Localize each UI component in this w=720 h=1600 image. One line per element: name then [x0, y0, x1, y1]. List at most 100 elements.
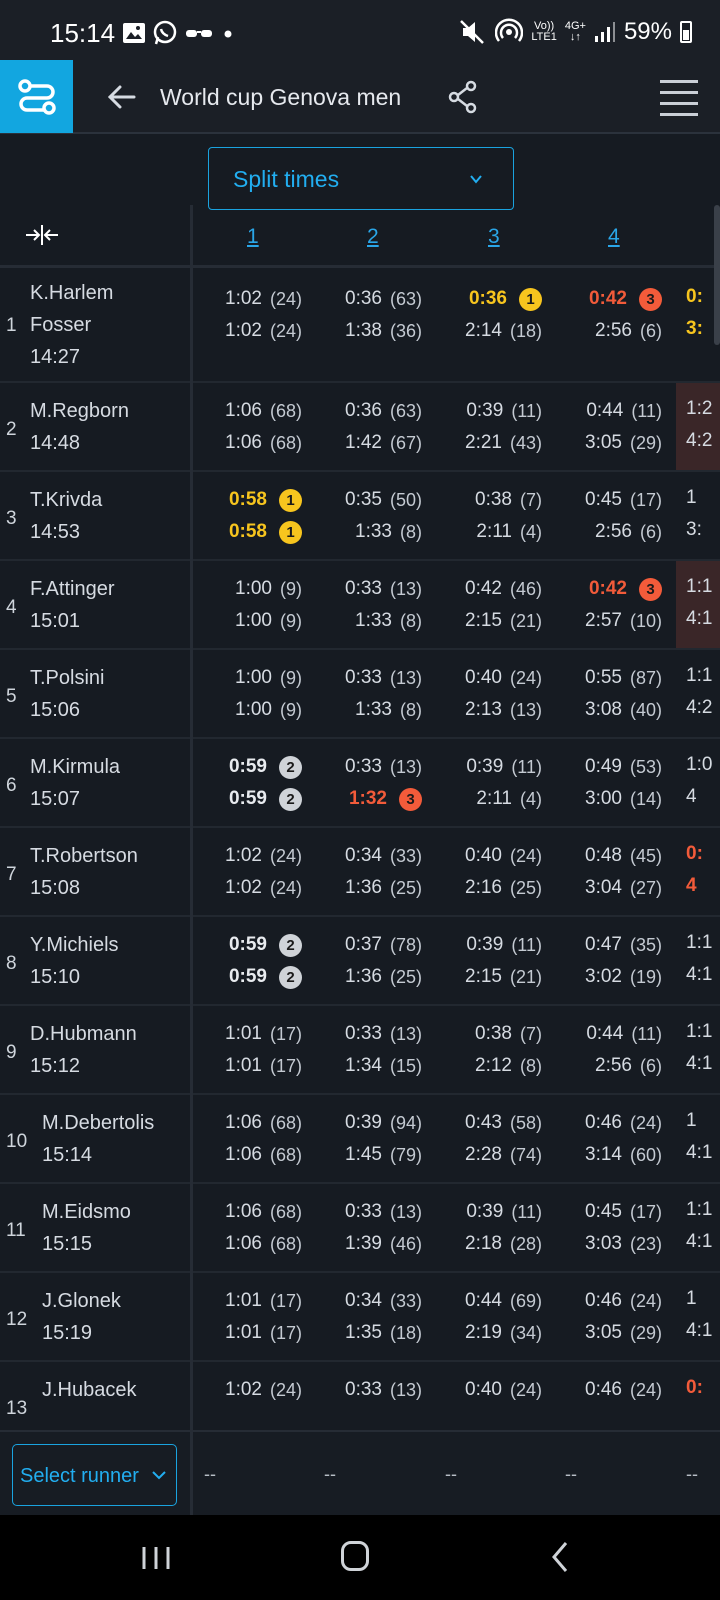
table-row[interactable]: 8 Y.Michiels 15:10 0:59 2 0:59 2 0:37 (78) 1:36 (2… [0, 917, 720, 1006]
split-position: (11) [511, 400, 542, 421]
system-navigation-bar [0, 1515, 720, 1600]
chevron-down-icon [470, 175, 482, 184]
cumulative-split-cell: 2:16 (25) [432, 875, 542, 901]
split-time: 0:39 [466, 400, 504, 421]
split-time: 0:34 [345, 845, 382, 866]
leg-split-cell: 0:59 2 [192, 932, 302, 958]
start-time: 15:01 [30, 610, 81, 632]
split-position: (11) [511, 934, 542, 955]
table-row[interactable]: 4 F.Attinger 15:01 1:00 (9) 1:00 (9) 0:33 (13) 1:… [0, 561, 720, 650]
battery-percent: 59% [623, 18, 672, 45]
split-position: (13) [389, 1023, 422, 1044]
split-time: 1:33 [355, 699, 392, 720]
split-position: (6) [640, 320, 662, 341]
split-time: 0:33 [345, 1201, 382, 1222]
glasses-icon [186, 30, 212, 37]
start-time: 14:53 [30, 521, 81, 543]
cumulative-split-cell: 1:02 (24) [192, 875, 302, 901]
column-header-1[interactable]: 1 [247, 225, 259, 249]
split-time: 0:36 [468, 288, 507, 309]
collapse-columns-icon[interactable] [24, 223, 60, 247]
view-selector-dropdown[interactable]: Split times [208, 147, 514, 210]
split-position: (63) [389, 288, 422, 309]
hamburger-menu-icon[interactable] [660, 80, 698, 116]
split-time: 0:33 [345, 1379, 382, 1400]
cumulative-split-cell: 1:01 (17) [192, 1320, 302, 1346]
split-position: (25) [389, 877, 422, 898]
back-arrow-icon[interactable] [104, 80, 140, 114]
start-time: 15:15 [42, 1233, 93, 1255]
split-time: 0:48 [585, 845, 622, 866]
leg-split-cell: 0:40 (24) [432, 1377, 542, 1403]
rank-number: 11 [6, 1220, 26, 1241]
split-time: 1:00 [235, 667, 272, 688]
split-time: 2:28 [465, 1144, 502, 1165]
table-row[interactable]: 10 M.Debertolis 15:14 1:06 (68) 1:06 (68) 0:39 (… [0, 1095, 720, 1184]
split-position: (87) [629, 667, 662, 688]
column-header-3[interactable]: 3 [488, 225, 500, 249]
home-icon[interactable] [341, 1541, 369, 1571]
placement-badge: 2 [279, 787, 302, 811]
table-row[interactable]: 3 T.Krivda 14:53 0:58 1 0:58 1 0:35 (50) 1:33 (8) 0… [0, 472, 720, 561]
start-time: 15:07 [30, 788, 81, 810]
leg-split-cell: 0:33 (13) [312, 1199, 422, 1225]
split-time: 0:39 [466, 1201, 504, 1222]
share-icon[interactable] [448, 80, 478, 114]
back-nav-icon[interactable] [548, 1539, 572, 1575]
cumulative-split-cell: 1:38 (36) [312, 318, 422, 344]
split-time: 1:06 [225, 400, 262, 421]
select-runner-button[interactable]: Select runner [12, 1444, 177, 1506]
split-time: 2:56 [595, 1055, 632, 1076]
split-time: 2:57 [585, 610, 622, 631]
leg-split-cell: 0:33 (13) [312, 665, 422, 691]
rank-number: 2 [6, 419, 17, 440]
split-position: (13) [509, 699, 542, 720]
split-position: (17) [269, 1055, 302, 1076]
table-row[interactable]: 5 T.Polsini 15:06 1:00 (9) 1:00 (9) 0:33 (13) 1:3… [0, 650, 720, 739]
split-time: 1:02 [225, 1379, 262, 1400]
table-row[interactable]: 12 J.Glonek 15:19 1:01 (17) 1:01 (17) 0:34 (33) 1… [0, 1273, 720, 1362]
leg-split-cell: 0:38 (7) [432, 487, 542, 513]
start-time: 15:12 [30, 1055, 81, 1077]
split-time: 0:58 [228, 489, 267, 510]
cumulative-split-cell: 2:13 (13) [432, 697, 542, 723]
split-position: (27) [629, 877, 662, 898]
table-row[interactable]: 11 M.Eidsmo 15:15 1:06 (68) 1:06 (68) 0:33 (13) 1… [0, 1184, 720, 1273]
rank-number: 6 [6, 775, 17, 796]
cumulative-split-cell: 2:28 (74) [432, 1142, 542, 1168]
split-position: (4) [520, 521, 542, 542]
split-time: 2:11 [476, 521, 512, 542]
split-position: (21) [509, 966, 542, 987]
split-position: (25) [389, 966, 422, 987]
leg-split-cell: 1:02 (24) [192, 286, 302, 312]
app-logo-icon[interactable] [0, 60, 73, 133]
footer-bar: Select runner -- -- -- -- -- [0, 1430, 720, 1519]
leg-split-cell: 0:33 (13) [312, 576, 422, 602]
split-times-table[interactable]: 1 K.Harlem Fosser 14:27 1:02 (24) 1:02 (24) 0:36… [0, 268, 720, 1430]
split-time: 2:21 [465, 432, 502, 453]
split-position: (17) [269, 1023, 302, 1044]
recent-apps-icon[interactable] [140, 1543, 172, 1573]
split-cell-partial: 0: [686, 843, 703, 864]
leg-split-cell: 0:43 (58) [432, 1110, 542, 1136]
split-position: (19) [629, 966, 662, 987]
rank-number: 4 [6, 597, 17, 618]
table-row[interactable]: 6 M.Kirmula 15:07 0:59 2 0:59 2 0:33 (13) 1:32 3 0:… [0, 739, 720, 828]
cumulative-split-cell: 3:00 (14) [552, 786, 662, 812]
table-row[interactable]: 1 K.Harlem Fosser 14:27 1:02 (24) 1:02 (24) 0:36… [0, 268, 720, 383]
table-row[interactable]: 13 J.Hubacek 1:02 (24) 0:33 (13) 0:40 (24) 0:46 (… [0, 1362, 720, 1430]
column-header-4[interactable]: 4 [608, 225, 620, 249]
cumulative-split-cell: 2:11 (4) [432, 786, 542, 812]
cumulative-split-cell: 3:04 (27) [552, 875, 662, 901]
table-row[interactable]: 9 D.Hubmann 15:12 1:01 (17) 1:01 (17) 0:33 (13) 1… [0, 1006, 720, 1095]
split-time: 0:33 [345, 756, 382, 777]
split-time: 1:36 [345, 966, 382, 987]
split-time: 3:05 [585, 432, 622, 453]
split-cell-partial: 1:1 [686, 1199, 713, 1220]
column-header-2[interactable]: 2 [367, 225, 379, 249]
split-position: (24) [509, 1379, 542, 1400]
table-row[interactable]: 2 M.Regborn 14:48 1:06 (68) 1:06 (68) 0:36 (63) 1… [0, 383, 720, 472]
volte-indicator: Vo)) LTE1 [531, 20, 557, 43]
table-row[interactable]: 7 T.Robertson 15:08 1:02 (24) 1:02 (24) 0:34 (33… [0, 828, 720, 917]
split-position: (33) [389, 845, 422, 866]
